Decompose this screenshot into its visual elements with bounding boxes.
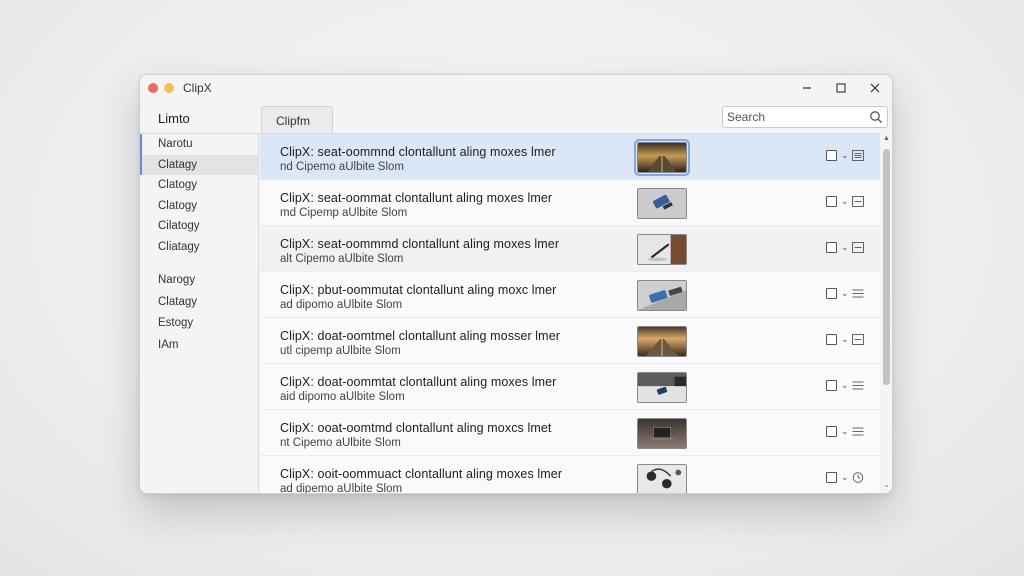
- scroll-up-icon[interactable]: ▲: [880, 135, 892, 145]
- row-actions: ⌄: [826, 242, 864, 253]
- app-title: ClipX: [183, 81, 212, 95]
- sidebar: Narotu Clatagy Clatogy Clatogy Cilatogy …: [140, 133, 259, 493]
- sidebar-heading: Limto: [158, 111, 190, 126]
- list-row[interactable]: ClipX: seat-oommnd clontallunt aling mox…: [260, 134, 880, 180]
- row-actions: ⌄: [826, 380, 864, 391]
- list-row[interactable]: ClipX: doat-oommtat clontallunt aling mo…: [260, 364, 880, 410]
- sidebar-item[interactable]: Narotu: [140, 134, 258, 155]
- search-icon[interactable]: [869, 110, 883, 124]
- row-subtitle: nt Cipemo aUlbite Slom: [280, 437, 401, 449]
- row-checkbox[interactable]: [826, 242, 837, 253]
- row-title: ClipX: ooat-oomtmd clontallunt aling mox…: [280, 421, 552, 435]
- row-actions: ⌄: [826, 472, 864, 483]
- list-icon[interactable]: [852, 288, 864, 299]
- thumbnail-image[interactable]: [637, 372, 687, 403]
- list-row[interactable]: ClipX: ooit-oommuact clontallunt aling m…: [260, 456, 880, 493]
- thumbnail-image[interactable]: [634, 139, 690, 176]
- row-actions: ⌄: [826, 426, 864, 437]
- list-icon[interactable]: [852, 196, 864, 207]
- list-icon[interactable]: [852, 150, 864, 161]
- clip-list: ClipX: seat-oommnd clontallunt aling mox…: [260, 133, 880, 493]
- row-subtitle: utl cipemp aUlbite Slom: [280, 345, 401, 357]
- row-actions: ⌄: [826, 196, 864, 207]
- row-title: ClipX: doat-oommtat clontallunt aling mo…: [280, 375, 557, 389]
- row-subtitle: ad dipemo aUlbite Slom: [280, 483, 403, 493]
- traffic-lights: [148, 83, 174, 93]
- chevron-down-icon[interactable]: ⌄: [841, 150, 849, 161]
- maximize-icon[interactable]: [824, 75, 858, 101]
- vertical-scrollbar[interactable]: ▲ ⌄: [880, 133, 892, 493]
- row-checkbox[interactable]: [826, 150, 837, 161]
- close-icon[interactable]: [858, 75, 892, 101]
- row-subtitle: alt Cipemo aUlbite Slom: [280, 253, 404, 265]
- row-title: ClipX: ooit-oommuact clontallunt aling m…: [280, 467, 563, 481]
- row-subtitle: ad dipomo aUlbite Slom: [280, 299, 403, 311]
- window-controls: [790, 75, 892, 101]
- list-icon[interactable]: [852, 426, 864, 437]
- row-actions: ⌄: [826, 150, 864, 161]
- chevron-down-icon[interactable]: ⌄: [841, 242, 849, 253]
- row-subtitle: nd Cipemo aUlbite Slom: [280, 161, 405, 173]
- chevron-down-icon[interactable]: ⌄: [841, 334, 849, 345]
- minimize-icon[interactable]: [790, 75, 824, 101]
- row-actions: ⌄: [826, 334, 864, 345]
- chevron-down-icon[interactable]: ⌄: [841, 426, 849, 437]
- list-row[interactable]: ClipX: seat-oommat clontallunt aling mox…: [260, 180, 880, 226]
- clock-icon[interactable]: [852, 472, 864, 483]
- tab-clipfm[interactable]: Clipfm: [261, 106, 333, 134]
- row-title: ClipX: seat-oommat clontallunt aling mox…: [280, 191, 553, 205]
- list-row[interactable]: ClipX: pbut-oommutat clontallunt aling m…: [260, 272, 880, 318]
- chevron-down-icon[interactable]: ⌄: [841, 288, 849, 299]
- thumbnail-image[interactable]: [637, 326, 687, 357]
- minimize-dot-icon[interactable]: [164, 83, 174, 93]
- row-checkbox[interactable]: [826, 426, 837, 437]
- chevron-down-icon[interactable]: ⌄: [841, 380, 849, 391]
- sidebar-item[interactable]: IAm: [140, 335, 258, 357]
- sidebar-item[interactable]: Narogy: [140, 270, 258, 292]
- thumbnail-image[interactable]: [637, 234, 687, 265]
- sidebar-item[interactable]: Clatogy: [140, 196, 258, 217]
- thumbnail-image[interactable]: [637, 188, 687, 219]
- chevron-down-icon[interactable]: ⌄: [841, 472, 849, 483]
- sidebar-item[interactable]: Cilatogy: [140, 216, 258, 237]
- close-dot-icon[interactable]: [148, 83, 158, 93]
- row-title: ClipX: pbut-oommutat clontallunt aling m…: [280, 283, 557, 297]
- search-box[interactable]: [722, 106, 888, 128]
- list-row[interactable]: ClipX: seat-oommmd clontallunt aling mox…: [260, 226, 880, 272]
- row-checkbox[interactable]: [826, 472, 837, 483]
- row-checkbox[interactable]: [826, 380, 837, 391]
- thumbnail-image[interactable]: [637, 464, 687, 493]
- row-title: ClipX: doat-oomtmel clontallunt aling mo…: [280, 329, 561, 343]
- thumbnail-image[interactable]: [637, 280, 687, 311]
- row-checkbox[interactable]: [826, 196, 837, 207]
- list-row[interactable]: ClipX: doat-oomtmel clontallunt aling mo…: [260, 318, 880, 364]
- sidebar-item[interactable]: Estogy: [140, 313, 258, 335]
- chevron-down-icon[interactable]: ⌄: [841, 196, 849, 207]
- scrollbar-thumb[interactable]: [883, 149, 890, 385]
- list-icon[interactable]: [852, 380, 864, 391]
- scroll-down-icon[interactable]: ⌄: [880, 481, 892, 491]
- row-checkbox[interactable]: [826, 288, 837, 299]
- search-input[interactable]: [727, 110, 869, 124]
- row-checkbox[interactable]: [826, 334, 837, 345]
- sidebar-item[interactable]: Clatagy: [140, 292, 258, 314]
- sidebar-item[interactable]: Clatagy: [140, 154, 258, 175]
- title-bar: ClipX: [140, 75, 892, 101]
- sidebar-item[interactable]: Clatogy: [140, 175, 258, 196]
- list-icon[interactable]: [852, 242, 864, 253]
- row-subtitle: aid dipomo aUlbite Slom: [280, 391, 405, 403]
- app-window: ClipX Limto Narotu Clatagy Clatogy Clato…: [139, 74, 893, 494]
- row-title: ClipX: seat-oommmd clontallunt aling mox…: [280, 237, 560, 251]
- row-actions: ⌄: [826, 288, 864, 299]
- row-title: ClipX: seat-oommnd clontallunt aling mox…: [280, 145, 556, 159]
- list-icon[interactable]: [852, 334, 864, 345]
- thumbnail-image[interactable]: [637, 418, 687, 449]
- list-row[interactable]: ClipX: ooat-oomtmd clontallunt aling mox…: [260, 410, 880, 456]
- row-subtitle: md Cipemp aUlbite Slom: [280, 207, 408, 219]
- sidebar-item[interactable]: Cliatagy: [140, 237, 258, 258]
